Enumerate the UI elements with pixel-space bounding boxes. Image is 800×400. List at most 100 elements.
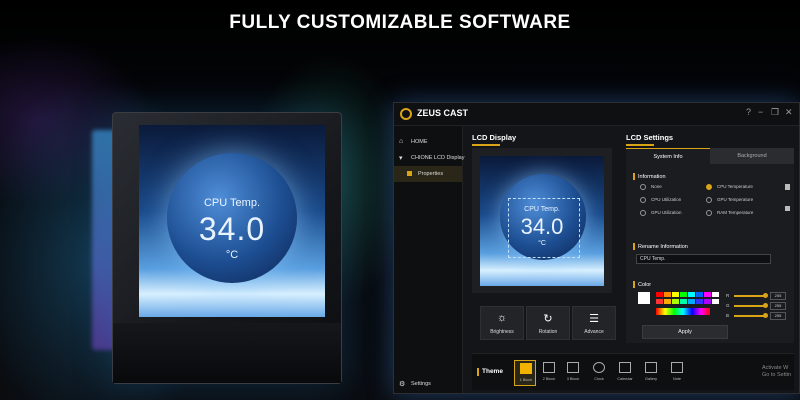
sidebar: ⌂ HOME ▾ CHIONE LCD Display Properties ⚙…	[394, 126, 465, 393]
brightness-label: Brightness	[490, 329, 514, 335]
palette-swatch[interactable]	[696, 299, 703, 304]
clock-icon	[593, 362, 605, 373]
app-title: ZEUS CAST	[417, 108, 469, 118]
theme-note[interactable]: Note	[666, 360, 688, 386]
radio-label: CPU Temperature	[717, 184, 753, 190]
theme-calendar[interactable]: Calendar	[614, 360, 636, 386]
preview-metric-value: 34.0	[520, 214, 564, 239]
sliders-icon: ☰	[589, 313, 599, 325]
apply-button[interactable]: Apply	[642, 325, 728, 339]
green-slider-knob[interactable]	[763, 303, 768, 308]
lcd-settings-panel: System Info Background Information None …	[626, 148, 794, 343]
lcd-preview-panel: CPU Temp. 34.0 °C	[472, 148, 612, 293]
cube-lcd-screen: CPU Temp. 34.0 °C	[139, 125, 325, 317]
lcd-settings-title: LCD Settings	[626, 133, 673, 146]
palette-swatch[interactable]	[672, 292, 679, 297]
color-title: Color	[638, 282, 652, 288]
sidebar-item-label: Properties	[418, 171, 444, 177]
lcd-display-title-text: LCD Display	[472, 133, 517, 142]
theme-clock[interactable]: Clock	[588, 360, 610, 386]
rename-title: Rename Information	[638, 244, 688, 250]
red-slider[interactable]	[734, 295, 766, 297]
theme-1-block[interactable]: 1 Block	[514, 360, 536, 386]
palette-swatch[interactable]	[664, 299, 671, 304]
sidebar-item-home[interactable]: ⌂ HOME	[394, 134, 462, 150]
sidebar-item-settings[interactable]: ⚙ Settings	[394, 376, 462, 392]
calendar-icon	[619, 362, 631, 373]
red-slider-row[interactable]: R 255	[726, 292, 786, 300]
sidebar-item-properties[interactable]: Properties	[394, 166, 462, 182]
lcd-cube-device: CPU Temp. 34.0 °C	[112, 112, 342, 384]
radio-label: RAM Temperature	[717, 210, 754, 216]
radio-label: CPU Utilization	[651, 197, 682, 203]
blue-value-input[interactable]: 255	[770, 312, 786, 320]
rename-input[interactable]: CPU Temp.	[636, 254, 771, 264]
palette-swatch[interactable]	[680, 292, 687, 297]
maximize-icon[interactable]: ❐	[771, 107, 779, 118]
palette-swatch[interactable]	[672, 299, 679, 304]
close-icon[interactable]: ✕	[785, 107, 793, 118]
brightness-button[interactable]: ☼ Brightness	[480, 306, 524, 340]
radio-gpu-utilization[interactable]: GPU Utilization	[640, 210, 682, 216]
block-icon	[520, 363, 532, 374]
palette-swatch[interactable]	[656, 299, 663, 304]
theme-gallery[interactable]: Gallery	[640, 360, 662, 386]
cube-base	[113, 323, 341, 383]
radio-none[interactable]: None	[640, 184, 662, 190]
tab-system-info[interactable]: System Info	[626, 148, 710, 164]
green-slider[interactable]	[734, 305, 766, 307]
palette-swatch[interactable]	[712, 299, 719, 304]
sidebar-item-label: HOME	[411, 139, 428, 145]
lcd-preview-screen[interactable]: CPU Temp. 34.0 °C	[480, 156, 604, 286]
palette-swatch[interactable]	[688, 299, 695, 304]
palette-swatch[interactable]	[656, 292, 663, 297]
palette-swatch[interactable]	[704, 292, 711, 297]
radio-gpu-temperature[interactable]: GPU Temperature	[706, 197, 753, 203]
activation-watermark: Activate W Go to Settin	[762, 365, 791, 379]
palette-swatch[interactable]	[688, 292, 695, 297]
theme-2-block[interactable]: 2 Block	[538, 360, 560, 386]
advance-button[interactable]: ☰ Advance	[572, 306, 616, 340]
blue-slider-knob[interactable]	[763, 313, 768, 318]
sidebar-item-label: Settings	[411, 381, 431, 387]
minimize-icon[interactable]: −	[758, 107, 763, 117]
radio-cpu-temperature[interactable]: CPU Temperature	[706, 184, 753, 190]
preview-metric-unit: °C	[538, 240, 546, 247]
sidebar-item-label: CHIONE LCD Display	[411, 155, 465, 161]
green-value-input[interactable]: 255	[770, 302, 786, 310]
green-label: G	[726, 303, 730, 308]
radio-label: None	[651, 184, 662, 190]
sidebar-item-chione-lcd[interactable]: ▾ CHIONE LCD Display	[394, 150, 465, 166]
square-icon	[407, 171, 412, 176]
theme-title: Theme	[477, 368, 503, 376]
green-slider-row[interactable]: G 255	[726, 302, 786, 310]
tab-background[interactable]: Background	[710, 148, 794, 164]
home-icon: ⌂	[399, 138, 404, 145]
hue-bar[interactable]	[656, 308, 710, 315]
palette-swatch[interactable]	[680, 299, 687, 304]
help-icon[interactable]: ?	[746, 107, 751, 117]
title-bar: ZEUS CAST ? − ❐ ✕	[394, 103, 799, 126]
scrollbar-arrow[interactable]	[785, 206, 790, 211]
palette-swatch[interactable]	[712, 292, 719, 297]
radio-cpu-utilization[interactable]: CPU Utilization	[640, 197, 681, 203]
rotate-icon: ↻	[543, 313, 553, 325]
red-value-input[interactable]: 255	[770, 292, 786, 300]
scrollbar-thumb[interactable]	[785, 184, 790, 190]
blue-slider-row[interactable]: B 255	[726, 312, 786, 320]
cube-metric-label: CPU Temp.	[203, 197, 261, 209]
radio-label: GPU Temperature	[717, 197, 754, 203]
red-label: R	[726, 293, 730, 298]
theme-3-block[interactable]: 3 Block	[562, 360, 584, 386]
note-icon	[671, 362, 683, 373]
rotation-button[interactable]: ↻ Rotation	[526, 306, 570, 340]
radio-ram-temperature[interactable]: RAM Temperature	[706, 210, 753, 216]
blue-slider[interactable]	[734, 315, 766, 317]
current-color-swatch[interactable]	[638, 292, 650, 304]
palette-swatch[interactable]	[696, 292, 703, 297]
red-slider-knob[interactable]	[763, 293, 768, 298]
palette-swatch[interactable]	[704, 299, 711, 304]
palette-swatch[interactable]	[664, 292, 671, 297]
headline: FULLY CUSTOMIZABLE SOFTWARE	[229, 12, 571, 33]
section-marker	[633, 281, 635, 288]
